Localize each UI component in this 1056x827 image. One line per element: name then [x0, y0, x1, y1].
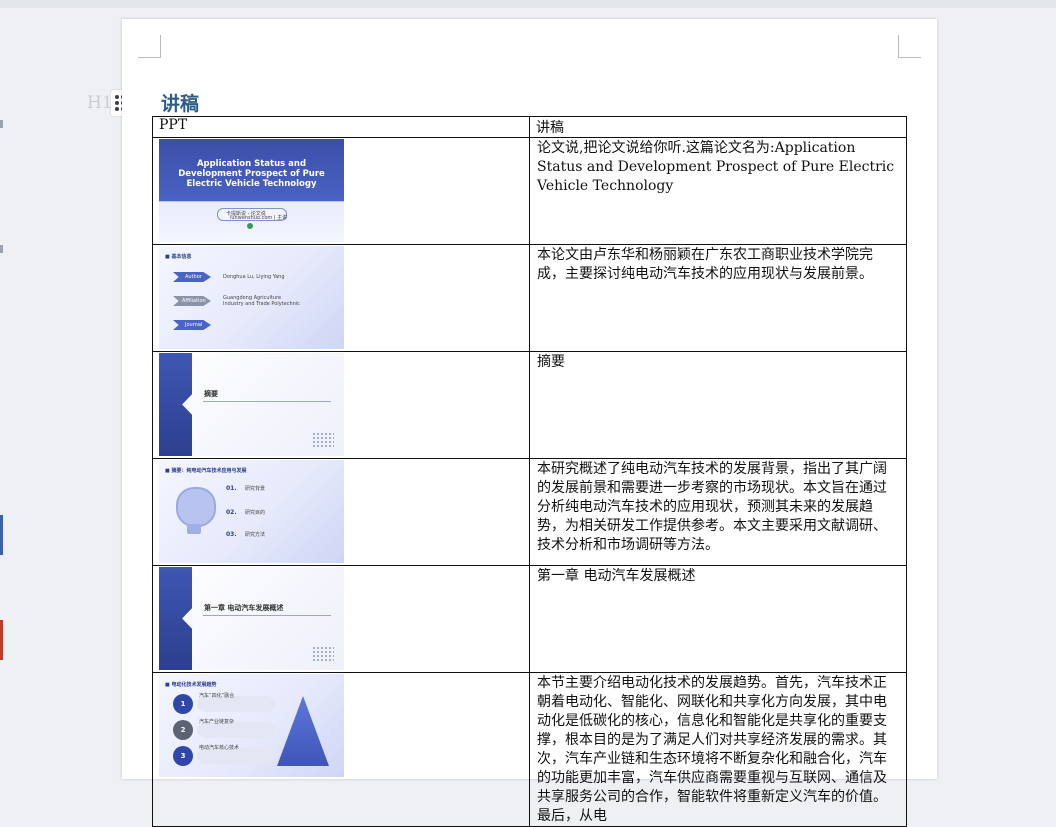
table-header-row: PPT 讲稿	[152, 116, 907, 138]
pyramid-icon	[277, 696, 329, 766]
script-cell[interactable]: 本论文由卢东华和杨丽颖在广东农工商职业技术学院完成，主要探讨纯电动汽车技术的应用…	[529, 244, 907, 352]
slide-sidebar	[159, 567, 192, 670]
slide-thumbnail-abstract-outline[interactable]: ■ 摘要：纯电动汽车技术应用与发展 01. 研究背景 02. 研究目的 03. …	[159, 460, 344, 563]
table-row: Application Status and Development Prosp…	[152, 137, 907, 245]
script-table[interactable]: PPT 讲稿 Application Status and Developmen…	[152, 116, 907, 827]
step-number-badge: 1	[173, 694, 193, 714]
script-cell[interactable]: 摘要	[529, 351, 907, 459]
step-number-badge: 3	[173, 746, 193, 766]
slide-title: ■ 基本信息	[165, 254, 192, 260]
slide-underline	[203, 401, 331, 402]
slide-thumbnail-abstract[interactable]: 摘要	[159, 353, 344, 456]
slide-subtitle: lunwenshuo.com | 主讲	[230, 215, 288, 221]
table-row: ■ 基本信息 Author Donghua Lu, Liying Yang Af…	[152, 244, 907, 352]
ppt-cell[interactable]: ■ 摘要：纯电动汽车技术应用与发展 01. 研究背景 02. 研究目的 03. …	[152, 458, 530, 566]
header-ppt[interactable]: PPT	[152, 116, 530, 138]
ppt-cell[interactable]: Application Status and Development Prosp…	[152, 137, 530, 245]
script-cell[interactable]: 第一章 电动汽车发展概述	[529, 565, 907, 673]
document-page: 讲稿 PPT 讲稿 Application Status and Develop…	[122, 19, 937, 827]
lightbulb-icon	[176, 487, 216, 527]
left-edge-marker	[0, 245, 3, 253]
left-edge-marker	[0, 120, 3, 128]
ppt-cell[interactable]: ■ 电动化技术发展趋势 1 汽车“四化”融合 2 汽车产业链复杂 3 电动汽车核…	[152, 672, 530, 827]
left-edge-marker	[0, 515, 3, 555]
logo-icon	[247, 223, 253, 229]
slide-title: 第一章 电动汽车发展概述	[204, 604, 284, 612]
heading-level-hint: H1	[87, 93, 113, 113]
slide-title: Application Status and Development Prosp…	[178, 159, 325, 189]
slide-subtitle-pill: 卡提斯说 · 论文说 lunwenshuo.com | 主讲	[217, 208, 287, 221]
slide-label: Affiliation	[182, 298, 206, 304]
margin-corner-mark	[138, 35, 161, 58]
slide-item: 研究目的	[245, 510, 266, 516]
slide-number: 03.	[226, 531, 237, 538]
script-cell[interactable]: 本研究概述了纯电动汽车技术的发展背景，指出了其广阔的发展前景和需要进一步考察的市…	[529, 458, 907, 566]
margin-corner-mark	[898, 35, 921, 58]
slide-title: ■ 摘要：纯电动汽车技术应用与发展	[165, 468, 247, 474]
slide-item: 电动汽车核心技术	[199, 745, 240, 751]
slide-sidebar	[159, 353, 192, 456]
step-number-badge: 2	[173, 720, 193, 740]
slide-title: ■ 电动化技术发展趋势	[165, 682, 217, 688]
ppt-cell[interactable]: ■ 基本信息 Author Donghua Lu, Liying Yang Af…	[152, 244, 530, 352]
script-cell[interactable]: 本节主要介绍电动化技术的发展趋势。首先，汽车技术正朝着电动化、智能化、网联化和共…	[529, 672, 907, 827]
page-heading[interactable]: 讲稿	[161, 89, 199, 116]
slide-item: 汽车产业链复杂	[199, 719, 235, 725]
slide-value: Donghua Lu, Liying Yang	[223, 274, 285, 280]
ppt-cell[interactable]: 摘要	[152, 351, 530, 459]
slide-item: 汽车“四化”融合	[199, 693, 235, 699]
slide-label: Author	[185, 274, 202, 280]
slide-thumbnail-chapter-1[interactable]: 第一章 电动汽车发展概述	[159, 567, 344, 670]
ppt-cell[interactable]: 第一章 电动汽车发展概述	[152, 565, 530, 673]
table-row: 第一章 电动汽车发展概述 第一章 电动汽车发展概述	[152, 565, 907, 673]
slide-thumbnail-cover[interactable]: Application Status and Development Prosp…	[159, 139, 344, 242]
lightbulb-base	[187, 524, 201, 534]
slide-item: 研究方法	[245, 532, 266, 538]
header-script[interactable]: 讲稿	[529, 116, 907, 138]
left-edge-marker	[0, 620, 3, 660]
slide-thumbnail-trends[interactable]: ■ 电动化技术发展趋势 1 汽车“四化”融合 2 汽车产业链复杂 3 电动汽车核…	[159, 674, 344, 777]
slide-thumbnail-basic-info[interactable]: ■ 基本信息 Author Donghua Lu, Liying Yang Af…	[159, 246, 344, 349]
slide-value: Guangdong Agriculture Industry and Trade…	[223, 295, 300, 307]
slide-label: Journal	[185, 322, 203, 328]
dot-pattern-icon	[312, 646, 334, 662]
table-row: ■ 电动化技术发展趋势 1 汽车“四化”融合 2 汽车产业链复杂 3 电动汽车核…	[152, 672, 907, 827]
slide-underline	[203, 615, 331, 616]
table-row: 摘要 摘要	[152, 351, 907, 459]
slide-title: 摘要	[204, 390, 218, 398]
window-top-strip	[0, 0, 1056, 8]
slide-item: 研究背景	[245, 486, 266, 492]
table-row: ■ 摘要：纯电动汽车技术应用与发展 01. 研究背景 02. 研究目的 03. …	[152, 458, 907, 566]
slide-number: 01.	[226, 485, 237, 492]
script-cell[interactable]: 论文说,把论文说给你听.这篇论文名为:Application Status an…	[529, 137, 907, 245]
slide-number: 02.	[226, 509, 237, 516]
dot-pattern-icon	[312, 432, 334, 448]
